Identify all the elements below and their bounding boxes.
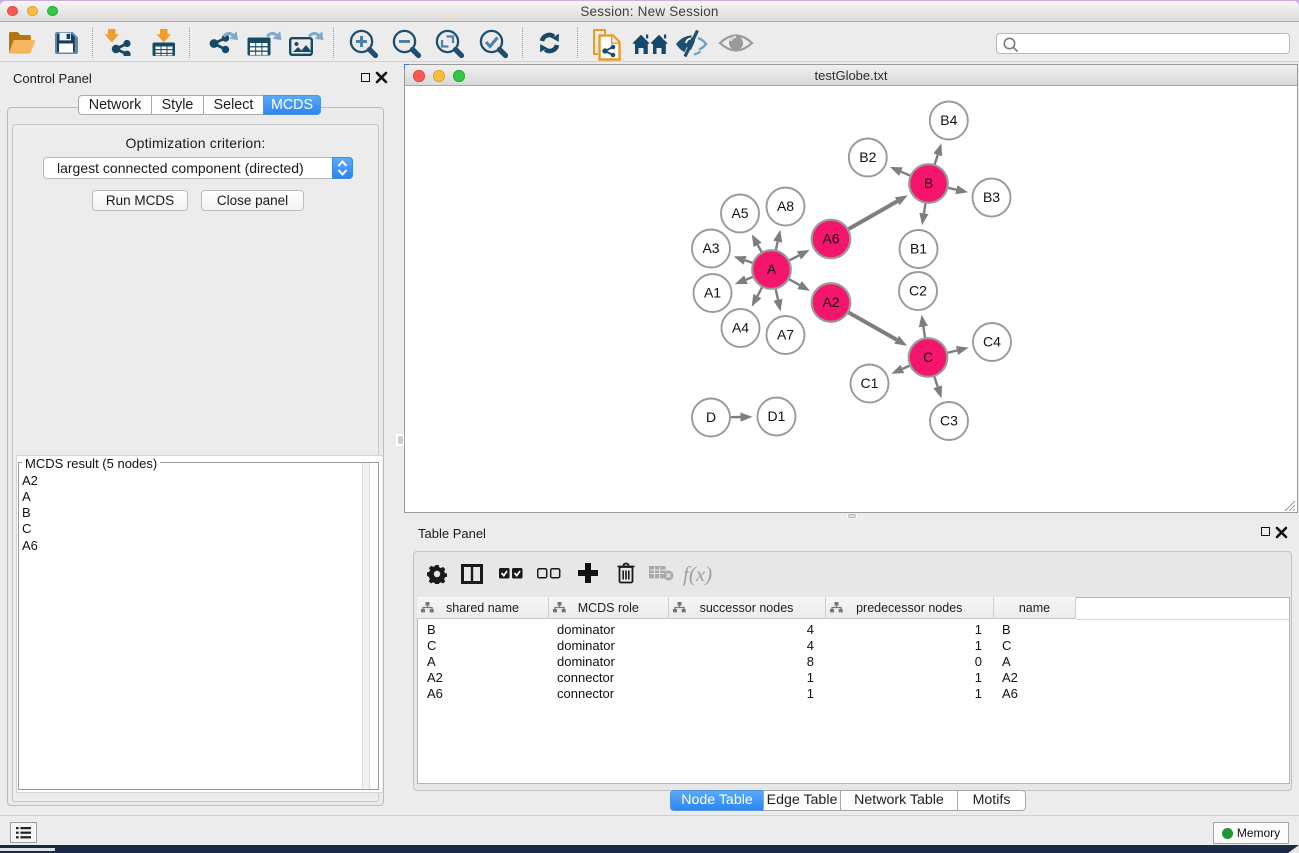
svg-text:A6: A6 — [822, 231, 839, 247]
svg-text:A7: A7 — [777, 327, 794, 343]
svg-text:A5: A5 — [731, 205, 748, 221]
svg-text:C1: C1 — [861, 375, 879, 391]
svg-text:A8: A8 — [777, 198, 794, 214]
svg-text:A3: A3 — [702, 240, 719, 256]
svg-text:C4: C4 — [983, 334, 1001, 350]
svg-text:A4: A4 — [732, 320, 749, 336]
svg-text:A1: A1 — [704, 285, 721, 301]
svg-text:C2: C2 — [909, 283, 927, 299]
svg-text:C3: C3 — [940, 413, 958, 429]
svg-text:B2: B2 — [859, 149, 876, 165]
svg-text:A2: A2 — [822, 294, 839, 310]
svg-text:D1: D1 — [768, 408, 786, 424]
svg-text:B: B — [924, 175, 933, 191]
svg-text:A: A — [767, 261, 777, 277]
svg-text:B1: B1 — [910, 241, 927, 257]
svg-text:B4: B4 — [940, 112, 957, 128]
svg-text:B3: B3 — [983, 189, 1000, 205]
svg-text:C: C — [923, 349, 933, 365]
svg-text:D: D — [706, 409, 716, 425]
